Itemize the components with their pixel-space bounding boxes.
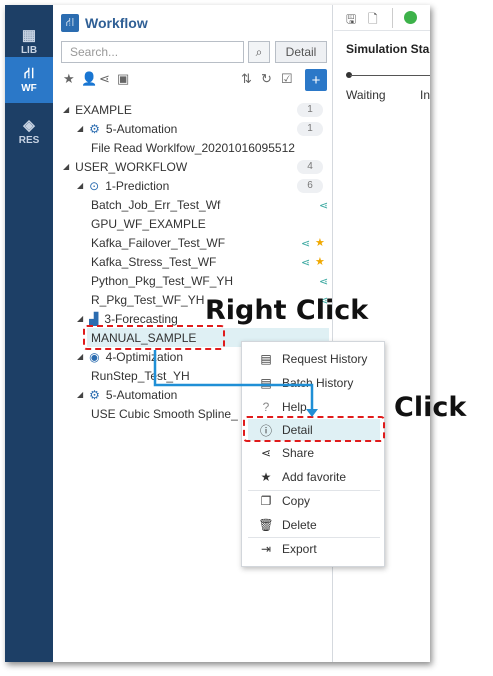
click-annotation: Click xyxy=(394,392,467,423)
app-window: ▦ LIB ⛙ WF ◈ RES ⛙ Workflow Search... ⌕ … xyxy=(5,5,430,662)
arrow-head xyxy=(306,409,318,417)
arrow-line xyxy=(153,350,314,411)
right-click-annotation: Right Click xyxy=(205,295,369,326)
arrow-annotation xyxy=(153,350,318,417)
